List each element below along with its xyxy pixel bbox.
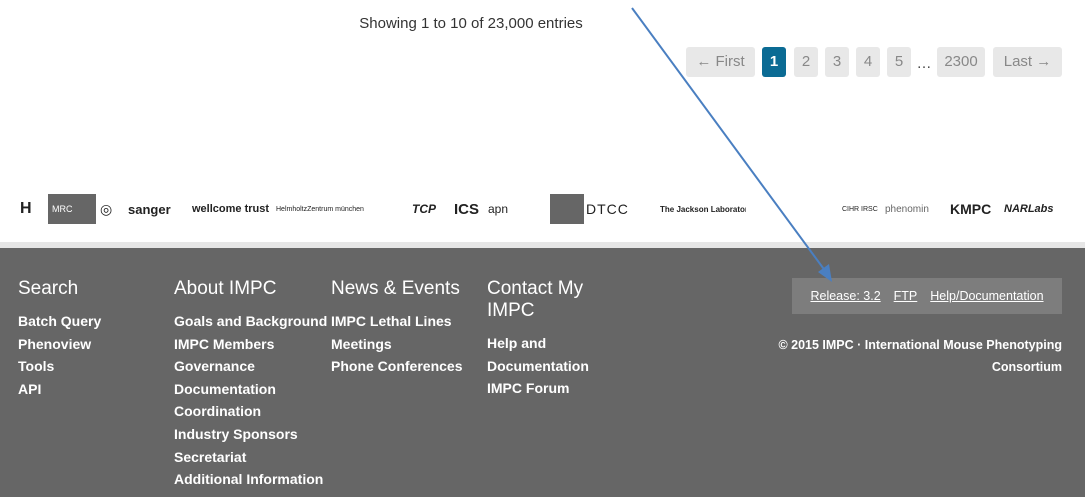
table-info-text: Showing 1 to 10 of 23,000 entries <box>359 15 583 32</box>
release-link[interactable]: Release: 3.2 <box>810 289 880 303</box>
partner-logos-strip: H MRC ◎ sanger wellcome trust HelmholtzZ… <box>20 194 1065 224</box>
footer-link-additional-info[interactable]: Additional Information <box>174 468 327 491</box>
first-page-button[interactable]: ← First <box>686 47 755 77</box>
narlabs-logo[interactable]: NARLabs <box>1004 194 1062 224</box>
footer-link-members[interactable]: IMPC Members <box>174 333 327 356</box>
footer-link-batch-query[interactable]: Batch Query <box>18 310 101 333</box>
page-button-2[interactable]: 2 <box>794 47 818 77</box>
riken-logo[interactable] <box>820 194 838 224</box>
tcp-logo[interactable]: TCP <box>412 194 448 224</box>
eu-flag-logo[interactable] <box>550 194 584 224</box>
helmholtz-logo[interactable]: HelmholtzZentrum münchen <box>276 194 404 224</box>
jax-logo[interactable]: The Jackson Laboratory <box>660 194 746 224</box>
kmpc-logo[interactable]: KMPC <box>950 194 996 224</box>
footer-link-goals[interactable]: Goals and Background <box>174 310 327 333</box>
cihr-logo[interactable]: CIHR IRSC <box>842 194 878 224</box>
page-button-3[interactable]: 3 <box>825 47 849 77</box>
genome-canada-logo[interactable] <box>754 194 796 224</box>
footer-news-heading[interactable]: News & Events <box>331 278 462 300</box>
last-page-button[interactable]: Last → <box>993 47 1062 77</box>
footer-link-phenoview[interactable]: Phenoview <box>18 333 101 356</box>
copyright-text: © 2015 IMPC · International Mouse Phenot… <box>778 338 1062 374</box>
footer-link-meetings[interactable]: Meetings <box>331 333 462 356</box>
footer-link-forum[interactable]: IMPC Forum <box>487 377 607 400</box>
page-button-5[interactable]: 5 <box>887 47 911 77</box>
footer-about-heading[interactable]: About IMPC <box>174 278 327 300</box>
release-box: Release: 3.2 FTP Help/Documentation <box>792 278 1062 314</box>
h-logo[interactable]: H <box>20 194 44 224</box>
footer-search-column: Search Batch Query Phenoview Tools API <box>18 278 101 400</box>
footer-link-tools[interactable]: Tools <box>18 355 101 378</box>
dtcc-logo[interactable]: DTCC <box>586 194 652 224</box>
footer-news-column: News & Events IMPC Lethal Lines Meetings… <box>331 278 462 378</box>
footer-search-heading[interactable]: Search <box>18 278 101 300</box>
footer-contact-column: Contact My IMPC Help and Documentation I… <box>487 278 607 400</box>
phenomin-logo[interactable]: phenomin <box>885 194 943 224</box>
ics-logo[interactable]: ICS <box>454 194 484 224</box>
footer-about-column: About IMPC Goals and Background IMPC Mem… <box>174 278 327 491</box>
footer-link-help[interactable]: Help and Documentation <box>487 332 597 377</box>
footer-link-phone-conferences[interactable]: Phone Conferences <box>331 355 462 378</box>
footer-link-industry-sponsors[interactable]: Industry Sponsors <box>174 423 327 446</box>
footer-contact-heading[interactable]: Contact My IMPC <box>487 278 607 322</box>
footer-link-secretariat[interactable]: Secretariat <box>174 446 327 469</box>
footer-link-coordination[interactable]: Coordination <box>174 400 327 423</box>
pagination-ellipsis: … <box>916 55 932 72</box>
page-button-1[interactable]: 1 <box>762 47 786 77</box>
mrc-logo[interactable]: MRC <box>48 194 96 224</box>
site-footer: Search Batch Query Phenoview Tools API A… <box>0 242 1085 497</box>
help-documentation-link[interactable]: Help/Documentation <box>930 289 1043 303</box>
apn-logo[interactable]: apn <box>488 194 540 224</box>
page-button-4[interactable]: 4 <box>856 47 880 77</box>
footer-link-governance[interactable]: Governance <box>174 355 327 378</box>
ftp-link[interactable]: FTP <box>894 289 918 303</box>
last-page-number-button[interactable]: 2300 <box>937 47 985 77</box>
sanger-logo[interactable]: sanger <box>128 194 188 224</box>
footer-link-documentation[interactable]: Documentation <box>174 378 327 401</box>
footer-link-api[interactable]: API <box>18 378 101 401</box>
seal-logo[interactable]: ◎ <box>100 194 120 224</box>
wellcome-trust-logo[interactable]: wellcome trust <box>192 194 270 224</box>
footer-link-lethal-lines[interactable]: IMPC Lethal Lines <box>331 310 462 333</box>
